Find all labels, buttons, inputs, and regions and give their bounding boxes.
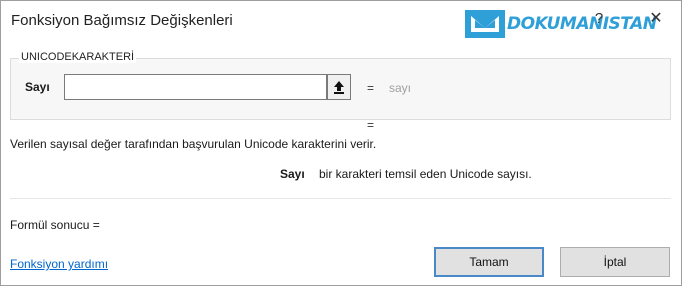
divider	[10, 198, 671, 199]
close-button[interactable]: ✕	[646, 9, 666, 29]
function-description: Verilen sayısal değer tarafından başvuru…	[10, 137, 377, 151]
collapse-dialog-icon	[334, 81, 344, 94]
title-bar[interactable]: Fonksiyon Bağımsız Değişkenleri DOKUMANI…	[1, 1, 681, 39]
argument-description-text: bir karakteri temsil eden Unicode sayısı…	[319, 167, 532, 181]
argument-input-sayi[interactable]	[64, 74, 327, 100]
argument-label-sayi: Sayı	[25, 80, 50, 94]
collapse-dialog-button[interactable]	[327, 74, 351, 100]
argument-result-value: sayı	[389, 81, 412, 95]
formula-result: Formül sonucu =	[10, 218, 100, 232]
dialog-title: Fonksiyon Bağımsız Değişkenleri	[11, 12, 233, 29]
function-arguments-dialog: Fonksiyon Bağımsız Değişkenleri DOKUMANI…	[0, 0, 682, 286]
argument-equals-sign: =	[367, 81, 375, 95]
function-help-link[interactable]: Fonksiyon yardımı	[10, 257, 108, 271]
function-result-equals-sign: =	[367, 118, 375, 132]
ok-button[interactable]: Tamam	[434, 247, 544, 277]
cancel-button[interactable]: İptal	[560, 247, 670, 277]
watermark-logo-icon	[465, 10, 505, 38]
help-button[interactable]: ?	[591, 9, 607, 29]
watermark: DOKUMANISTAN	[463, 6, 669, 42]
argument-description-name: Sayı	[280, 167, 305, 181]
watermark-text: DOKUMANISTAN	[507, 14, 657, 34]
function-name-label: UNICODEKARAKTERİ	[19, 51, 137, 63]
